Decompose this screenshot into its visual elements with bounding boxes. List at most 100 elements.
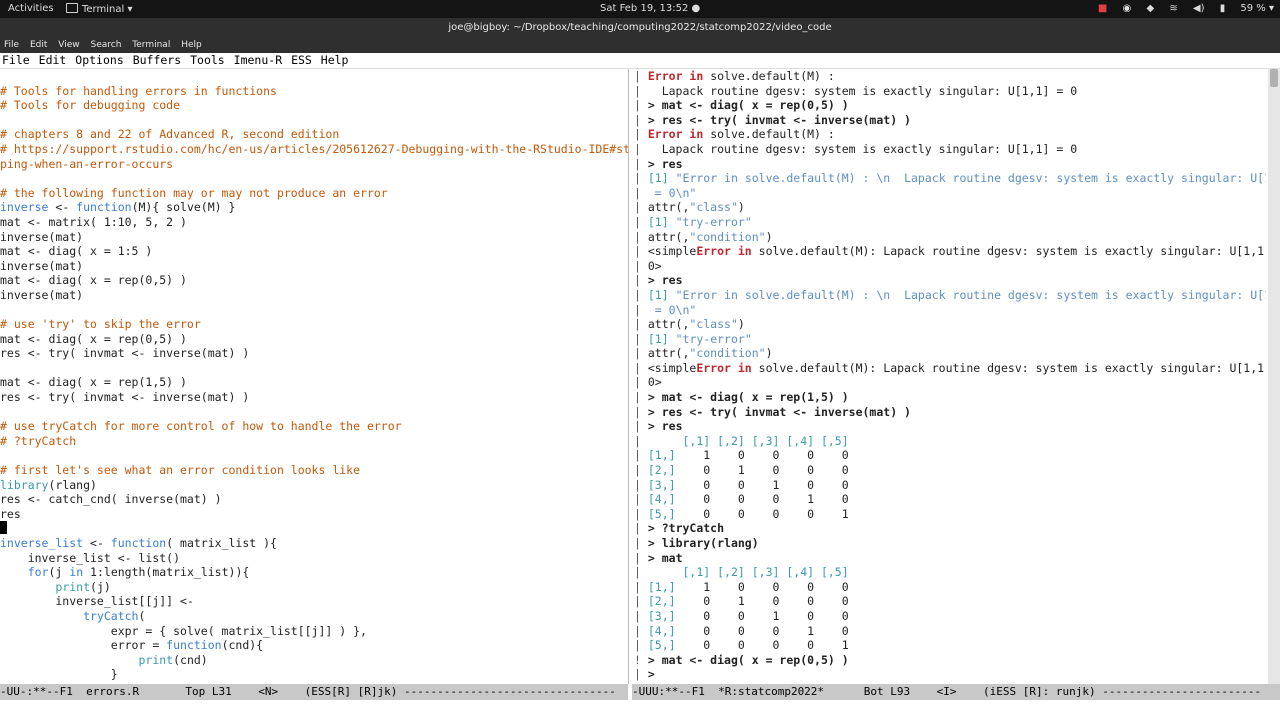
emacs-menu-edit[interactable]: Edit — [39, 53, 67, 67]
console-line[interactable]: | [3,] 0 0 1 0 0 — [634, 609, 1266, 624]
editor-line[interactable]: inverse(mat) — [0, 288, 628, 303]
editor-line[interactable]: # chapters 8 and 22 of Advanced R, secon… — [0, 127, 628, 142]
console-line[interactable]: | [1] "try-error" — [634, 215, 1266, 230]
console-line[interactable]: | > res — [634, 419, 1266, 434]
r-console-pane[interactable]: | Error in solve.default(M) : | Lapack ro… — [634, 69, 1266, 684]
editor-line[interactable]: # the following function may or may not … — [0, 186, 628, 201]
console-line[interactable]: | 0> — [634, 259, 1266, 274]
editor-pane-errors-r[interactable]: # Tools for handling errors in functions… — [0, 69, 628, 684]
terminal-menu-file[interactable]: File — [4, 40, 19, 50]
console-line[interactable]: | > mat <- diag( x = rep(0,5) ) — [634, 98, 1266, 113]
editor-line[interactable]: res <- try( invmat <- inverse(mat) ) — [0, 390, 628, 405]
editor-line[interactable]: res — [0, 507, 628, 522]
console-line[interactable]: | [2,] 0 1 0 0 0 — [634, 463, 1266, 478]
terminal-menu-view[interactable]: View — [58, 40, 79, 50]
console-line[interactable]: | [1,] 1 0 0 0 0 — [634, 448, 1266, 463]
console-line[interactable]: | > library(rlang) — [634, 536, 1266, 551]
activities-button[interactable]: Activities — [8, 3, 54, 14]
emacs-menu-imenu-r[interactable]: Imenu-R — [234, 53, 282, 67]
dropbox-icon[interactable]: ◆ — [1146, 3, 1154, 14]
console-line[interactable]: | [3,] 0 0 1 0 0 — [634, 478, 1266, 493]
editor-line[interactable] — [0, 171, 628, 186]
console-line[interactable]: | [5,] 0 0 0 0 1 — [634, 507, 1266, 522]
editor-line[interactable]: ping-when-an-error-occurs — [0, 157, 628, 172]
editor-line[interactable] — [0, 521, 628, 536]
editor-line[interactable] — [0, 113, 628, 128]
console-line[interactable]: | > res — [634, 157, 1266, 172]
editor-line[interactable]: mat <- diag( x = rep(0,5) ) — [0, 273, 628, 288]
editor-line[interactable]: for(j in 1:length(matrix_list)){ — [0, 565, 628, 580]
console-line[interactable]: | = 0\n" — [634, 303, 1266, 318]
console-line[interactable]: | 0> — [634, 375, 1266, 390]
volume-icon[interactable]: ◀) — [1193, 3, 1205, 14]
console-line[interactable]: | [,1] [,2] [,3] [,4] [,5] — [634, 434, 1266, 449]
console-line[interactable]: | > ?tryCatch — [634, 521, 1266, 536]
editor-line[interactable]: # https://support.rstudio.com/hc/en-us/a… — [0, 142, 628, 157]
editor-line[interactable]: # use 'try' to skip the error — [0, 317, 628, 332]
editor-line[interactable]: res <- try( invmat <- inverse(mat) ) — [0, 346, 628, 361]
editor-line[interactable]: inverse(mat) — [0, 259, 628, 274]
clock[interactable]: Sat Feb 19, 13:52 ● — [600, 3, 700, 14]
editor-line[interactable]: # Tools for debugging code — [0, 98, 628, 113]
console-line[interactable]: | Lapack routine dgesv: system is exactl… — [634, 142, 1266, 157]
editor-line[interactable] — [0, 448, 628, 463]
editor-line[interactable]: # ?tryCatch — [0, 434, 628, 449]
emacs-menu-file[interactable]: File — [2, 53, 30, 67]
console-line[interactable]: ! > mat <- diag( x = rep(0,5) ) — [634, 653, 1266, 668]
editor-line[interactable]: inverse(mat) — [0, 230, 628, 245]
terminal-menu-edit[interactable]: Edit — [30, 40, 47, 50]
editor-line[interactable]: tryCatch( — [0, 609, 628, 624]
emacs-menu-buffers[interactable]: Buffers — [133, 53, 181, 67]
editor-line[interactable]: inverse <- function(M){ solve(M) } — [0, 200, 628, 215]
editor-line[interactable]: expr = { solve( matrix_list[[j]] ) }, — [0, 624, 628, 639]
console-line[interactable]: | > res — [634, 273, 1266, 288]
console-line[interactable]: | Error in solve.default(M) : — [634, 127, 1266, 142]
console-line[interactable]: | [1,] 1 0 0 0 0 — [634, 580, 1266, 595]
screen-record-icon[interactable]: ■ — [1098, 3, 1107, 14]
console-line[interactable]: | Lapack routine dgesv: system is exactl… — [634, 84, 1266, 99]
editor-line[interactable]: res <- catch_cnd( inverse(mat) ) — [0, 492, 628, 507]
editor-line[interactable]: inverse_list <- list() — [0, 551, 628, 566]
battery-icon[interactable]: ▮ 59 % ▾ — [1220, 3, 1274, 14]
editor-line[interactable]: # use tryCatch for more control of how t… — [0, 419, 628, 434]
console-line[interactable]: | attr(,"class") — [634, 317, 1266, 332]
editor-line[interactable]: mat <- matrix( 1:10, 5, 2 ) — [0, 215, 628, 230]
terminal-scrollbar[interactable] — [1268, 69, 1280, 684]
app-menu-terminal[interactable]: Terminal ▾ — [66, 3, 132, 15]
terminal-menu-search[interactable]: Search — [90, 40, 121, 50]
console-line[interactable]: | > mat — [634, 551, 1266, 566]
console-line[interactable]: | [5,] 0 0 0 0 1 — [634, 638, 1266, 653]
editor-line[interactable] — [0, 69, 628, 84]
console-line[interactable]: | [1] "Error in solve.default(M) : \n La… — [634, 288, 1266, 303]
accessibility-icon[interactable]: ◉ — [1123, 3, 1132, 14]
console-line[interactable]: | attr(,"condition") — [634, 230, 1266, 245]
terminal-menu-terminal[interactable]: Terminal — [132, 40, 170, 50]
editor-line[interactable]: mat <- diag( x = 1:5 ) — [0, 244, 628, 259]
emacs-menu-help[interactable]: Help — [321, 53, 349, 67]
console-line[interactable]: | [4,] 0 0 0 1 0 — [634, 624, 1266, 639]
console-line[interactable]: | = 0\n" — [634, 186, 1266, 201]
editor-line[interactable]: mat <- diag( x = rep(1,5) ) — [0, 375, 628, 390]
editor-line[interactable]: inverse_list[[j]] <- — [0, 594, 628, 609]
emacs-menu-ess[interactable]: ESS — [291, 53, 312, 67]
editor-line[interactable]: # Tools for handling errors in functions — [0, 84, 628, 99]
editor-line[interactable]: } — [0, 667, 628, 682]
console-line[interactable]: | > mat <- diag( x = rep(1,5) ) — [634, 390, 1266, 405]
scrollbar-thumb[interactable] — [1270, 69, 1278, 87]
console-line[interactable]: | > res <- try( invmat <- inverse(mat) ) — [634, 113, 1266, 128]
console-line[interactable]: | [1] "Error in solve.default(M) : \n La… — [634, 171, 1266, 186]
editor-line[interactable]: inverse_list <- function( matrix_list ){ — [0, 536, 628, 551]
editor-line[interactable]: error = function(cnd){ — [0, 638, 628, 653]
terminal-menu-help[interactable]: Help — [181, 40, 202, 50]
console-line[interactable]: | [1] "try-error" — [634, 332, 1266, 347]
minibuffer[interactable] — [0, 700, 1280, 720]
emacs-menu-options[interactable]: Options — [75, 53, 123, 67]
console-line[interactable]: | [,1] [,2] [,3] [,4] [,5] — [634, 565, 1266, 580]
editor-line[interactable] — [0, 405, 628, 420]
window-title-bar[interactable]: joe@bigboy: ~/Dropbox/teaching/computing… — [0, 18, 1280, 38]
editor-line[interactable]: print(j) — [0, 580, 628, 595]
editor-line[interactable]: library(rlang) — [0, 478, 628, 493]
editor-line[interactable] — [0, 361, 628, 376]
console-line[interactable]: | <simpleError in solve.default(M): Lapa… — [634, 244, 1266, 259]
console-line[interactable]: | attr(,"condition") — [634, 346, 1266, 361]
